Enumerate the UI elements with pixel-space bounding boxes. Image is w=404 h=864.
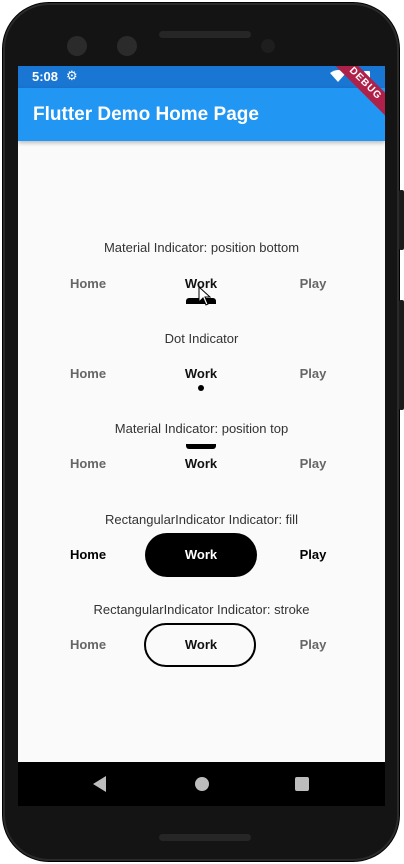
status-time: 5:08 xyxy=(32,69,59,84)
back-icon[interactable] xyxy=(93,776,106,792)
section-title: RectangularIndicator Indicator: stroke xyxy=(93,602,310,617)
gear-icon: ⚙ xyxy=(66,68,78,83)
page-title: Flutter Demo Home Page xyxy=(33,104,259,125)
status-bar: 5:08 ⚙ xyxy=(18,66,385,88)
tab-home[interactable]: Home xyxy=(48,444,128,484)
tab-play[interactable]: Play xyxy=(273,354,353,394)
tab-bar-rect-fill: Home Work Play xyxy=(18,533,385,577)
speaker-bottom xyxy=(159,834,251,841)
tab-play[interactable]: Play xyxy=(273,264,353,304)
sensor-icon xyxy=(117,36,137,56)
section-title: Material Indicator: position top xyxy=(114,421,289,436)
screen: 5:08 ⚙ Flutter Demo Home Page DEBUG Mate… xyxy=(18,66,385,806)
tab-work[interactable]: Work xyxy=(145,444,257,484)
section-title: Material Indicator: position bottom xyxy=(103,240,300,255)
system-nav-bar xyxy=(18,762,385,806)
tab-home[interactable]: Home xyxy=(48,535,128,575)
sensor-icon xyxy=(67,36,87,56)
section-title: Dot Indicator xyxy=(164,331,239,346)
tab-home[interactable]: Home xyxy=(48,264,128,304)
tab-bar-dot: Home Work Play xyxy=(18,354,385,394)
dot-indicator xyxy=(198,385,204,391)
app-bar: Flutter Demo Home Page xyxy=(18,88,385,141)
speaker-top xyxy=(159,31,251,38)
tab-bar-rect-stroke: Home Work Play xyxy=(18,623,385,667)
tab-home[interactable]: Home xyxy=(48,354,128,394)
mouse-cursor-icon xyxy=(198,286,212,306)
volume-button xyxy=(399,300,404,410)
tab-bar-material-top: Home Work Play xyxy=(18,444,385,484)
section-title: RectangularIndicator Indicator: fill xyxy=(105,512,298,527)
front-camera-icon xyxy=(261,39,275,53)
tab-play[interactable]: Play xyxy=(273,535,353,575)
tab-home[interactable]: Home xyxy=(48,625,128,665)
power-button xyxy=(399,190,404,250)
home-icon[interactable] xyxy=(195,777,209,791)
tab-play[interactable]: Play xyxy=(273,444,353,484)
recents-icon[interactable] xyxy=(295,777,309,791)
tab-play[interactable]: Play xyxy=(273,625,353,665)
